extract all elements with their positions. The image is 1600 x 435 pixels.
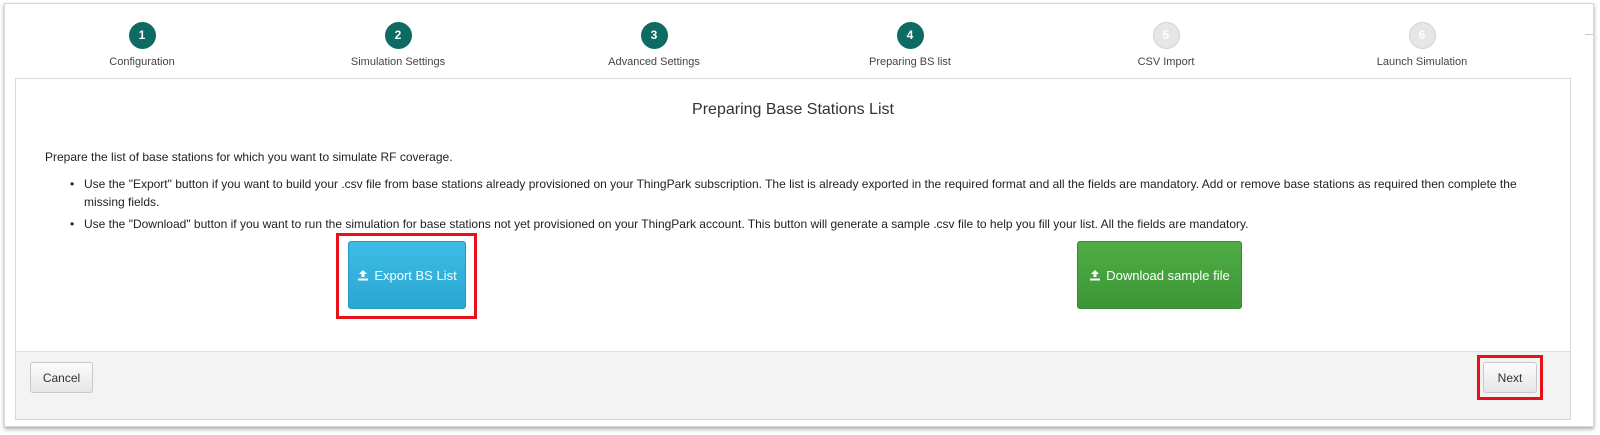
wizard-steps: 1 Configuration 2 Simulation Settings 3 … — [15, 4, 1581, 78]
step-number-circle: 4 — [896, 22, 924, 49]
instructions-list: Use the "Export" button if you want to b… — [70, 175, 1540, 237]
page-title: Preparing Base Stations List — [692, 101, 894, 118]
export-bs-list-button[interactable]: Export BS List — [348, 241, 466, 309]
list-item: Use the "Download" button if you want to… — [70, 215, 1540, 233]
download-sample-file-label: Download sample file — [1106, 267, 1230, 283]
wizard-step-advanced-settings[interactable]: 3 Advanced Settings — [544, 22, 764, 68]
list-item: Use the "Export" button if you want to b… — [70, 175, 1540, 211]
step-label: Launch Simulation — [1376, 56, 1468, 68]
step-label: CSV Import — [1137, 56, 1195, 68]
main-panel: Preparing Base Stations List Prepare the… — [15, 78, 1571, 420]
download-sample-file-button[interactable]: Download sample file — [1077, 241, 1242, 309]
step-label: Preparing BS list — [869, 56, 951, 68]
step-number-circle: 1 — [128, 22, 156, 49]
intro-text: Prepare the list of base stations for wh… — [45, 150, 453, 164]
wizard-step-configuration[interactable]: 1 Configuration — [32, 22, 252, 68]
wizard-step-csv-import: 5 CSV Import — [1056, 22, 1276, 68]
wizard-window: 1 Configuration 2 Simulation Settings 3 … — [4, 3, 1594, 427]
wizard-step-simulation-settings[interactable]: 2 Simulation Settings — [288, 22, 508, 68]
step-label: Configuration — [109, 56, 175, 68]
export-bs-list-label: Export BS List — [374, 267, 457, 283]
divider — [1585, 34, 1593, 35]
step-number-circle: 2 — [384, 22, 412, 49]
step-label: Simulation Settings — [350, 56, 446, 68]
step-number-circle: 6 — [1408, 22, 1436, 49]
cancel-button[interactable]: Cancel — [30, 362, 93, 393]
next-button[interactable]: Next — [1483, 362, 1537, 393]
upload-icon — [358, 270, 369, 281]
step-label: Advanced Settings — [608, 56, 700, 68]
wizard-step-launch-simulation: 6 Launch Simulation — [1312, 22, 1532, 68]
panel-footer: Cancel Next — [16, 351, 1570, 419]
step-number-circle: 3 — [640, 22, 668, 49]
upload-icon — [1090, 270, 1101, 281]
wizard-step-preparing-bs-list[interactable]: 4 Preparing BS list — [800, 22, 1020, 68]
step-number-circle: 5 — [1152, 22, 1180, 49]
